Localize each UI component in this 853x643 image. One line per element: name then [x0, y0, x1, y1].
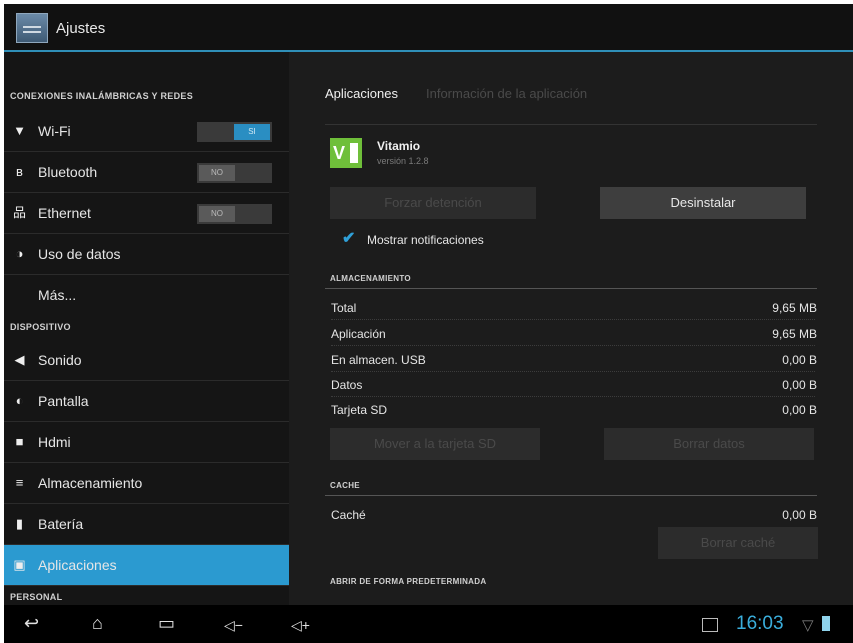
settings-app-icon[interactable] [16, 13, 48, 43]
sidebar-item-label: Más... [38, 287, 77, 303]
sidebar-item-hdmi[interactable]: ■ Hdmi [4, 422, 289, 463]
page-title: Ajustes [56, 20, 106, 37]
divider [325, 288, 817, 289]
divider [331, 345, 815, 346]
home-icon[interactable]: ⌂ [92, 614, 103, 632]
volume-up-icon[interactable]: ◁+ [291, 616, 310, 634]
back-icon[interactable]: ↩ [24, 614, 39, 632]
move-to-sd-button[interactable]: Mover a la tarjeta SD [330, 428, 540, 460]
sidebar-item-label: Almacenamiento [38, 475, 143, 491]
section-header-device: DISPOSITIVO [10, 322, 71, 332]
divider [331, 319, 815, 320]
storage-row-label: Tarjeta SD [331, 403, 388, 417]
sidebar-item-storage[interactable]: ≡ Almacenamiento [4, 463, 289, 504]
storage-row-label: Aplicación [331, 327, 386, 341]
sidebar-item-label: Bluetooth [38, 164, 98, 180]
app-version: versión 1.2.8 [377, 156, 429, 166]
cache-label: Caché [331, 508, 366, 522]
section-header-wireless: CONEXIONES INALÁMBRICAS Y REDES [10, 91, 193, 101]
sidebar-item-display[interactable]: ◐ Pantalla [4, 381, 289, 422]
force-stop-button[interactable]: Forzar detención [330, 187, 536, 219]
battery-icon: ▮ [15, 516, 24, 531]
section-header-personal: PERSONAL [10, 592, 63, 602]
show-notifications-label: Mostrar notificaciones [367, 233, 484, 247]
app-info-panel: Aplicaciones Información de la aplicació… [289, 52, 853, 605]
storage-icon: ≡ [15, 475, 24, 490]
volume-down-icon[interactable]: ◁− [224, 616, 243, 634]
sidebar-item-data-usage[interactable]: ◑ Uso de datos [4, 234, 289, 275]
toggle-state: SI [234, 124, 270, 140]
settings-sidebar: CONEXIONES INALÁMBRICAS Y REDES ▼ Wi-Fi … [4, 52, 289, 605]
clear-data-button[interactable]: Borrar datos [604, 428, 814, 460]
vitamio-app-icon: V [330, 138, 362, 168]
tablet-screen: Ajustes CONEXIONES INALÁMBRICAS Y REDES … [4, 4, 853, 643]
sidebar-item-bluetooth[interactable]: ʙ Bluetooth NO [4, 152, 289, 193]
sidebar-item-ethernet[interactable]: 品 Ethernet NO [4, 193, 289, 234]
toggle-state: NO [199, 165, 235, 181]
tab-applications[interactable]: Aplicaciones [325, 86, 398, 101]
sidebar-item-apps[interactable]: ▣ Aplicaciones [4, 545, 289, 586]
divider [325, 495, 817, 496]
bluetooth-icon: ʙ [16, 164, 23, 179]
speaker-icon: ◀ [14, 352, 25, 367]
sidebar-item-label: Ethernet [38, 205, 91, 221]
battery-status-icon [822, 616, 830, 631]
storage-row-label: En almacen. USB [331, 353, 426, 367]
cache-value: 0,00 B [782, 508, 817, 522]
storage-row-value: 0,00 B [782, 403, 817, 417]
storage-row-value: 0,00 B [782, 378, 817, 392]
checkbox-checked-icon[interactable]: ✔ [342, 231, 358, 247]
sidebar-item-battery[interactable]: ▮ Batería [4, 504, 289, 545]
gallery-notification-icon[interactable] [702, 618, 718, 632]
sidebar-item-more[interactable]: Más... [4, 275, 289, 315]
apps-icon: ▣ [13, 557, 26, 572]
tab-app-info[interactable]: Información de la aplicación [426, 86, 587, 101]
hdmi-icon: ■ [15, 434, 24, 449]
brightness-icon: ◐ [15, 393, 24, 408]
clear-cache-button[interactable]: Borrar caché [658, 527, 818, 559]
sidebar-item-label: Sonido [38, 352, 82, 368]
ethernet-icon: 品 [13, 205, 27, 220]
sidebar-item-label: Pantalla [38, 393, 89, 409]
app-name: Vitamio [377, 139, 421, 153]
system-nav-bar: ↩ ⌂ ▭ ◁− ◁+ 16:03 ▽ [4, 605, 853, 643]
divider [331, 371, 815, 372]
storage-row-label: Total [331, 301, 357, 315]
bluetooth-toggle[interactable]: NO [197, 163, 272, 183]
section-cache: CACHE [330, 481, 360, 490]
data-usage-icon: ◑ [15, 246, 24, 261]
sidebar-item-label: Aplicaciones [38, 557, 117, 573]
action-bar: Ajustes [4, 4, 853, 52]
sidebar-item-label: Hdmi [38, 434, 71, 450]
storage-row-label: Datos [331, 378, 363, 392]
wifi-icon: ▼ [13, 123, 26, 138]
section-default: ABRIR DE FORMA PREDETERMINADA [330, 577, 487, 586]
storage-row-value: 9,65 MB [772, 301, 817, 315]
divider [325, 124, 817, 125]
storage-row-value: 0,00 B [782, 353, 817, 367]
divider [331, 396, 815, 397]
toggle-state: NO [199, 206, 235, 222]
wifi-toggle[interactable]: SI [197, 122, 272, 142]
sidebar-item-label: Wi-Fi [38, 123, 71, 139]
recent-apps-icon[interactable]: ▭ [158, 614, 175, 632]
sidebar-item-wifi[interactable]: ▼ Wi-Fi SI [4, 111, 289, 152]
clock[interactable]: 16:03 [736, 613, 784, 635]
wifi-signal-icon: ▽ [802, 617, 814, 634]
uninstall-button[interactable]: Desinstalar [600, 187, 806, 219]
sidebar-item-sound[interactable]: ◀ Sonido [4, 340, 289, 381]
storage-row-value: 9,65 MB [772, 327, 817, 341]
sidebar-item-label: Batería [38, 516, 84, 532]
section-storage: ALMACENAMIENTO [330, 274, 411, 283]
ethernet-toggle[interactable]: NO [197, 204, 272, 224]
sidebar-item-label: Uso de datos [38, 246, 121, 262]
